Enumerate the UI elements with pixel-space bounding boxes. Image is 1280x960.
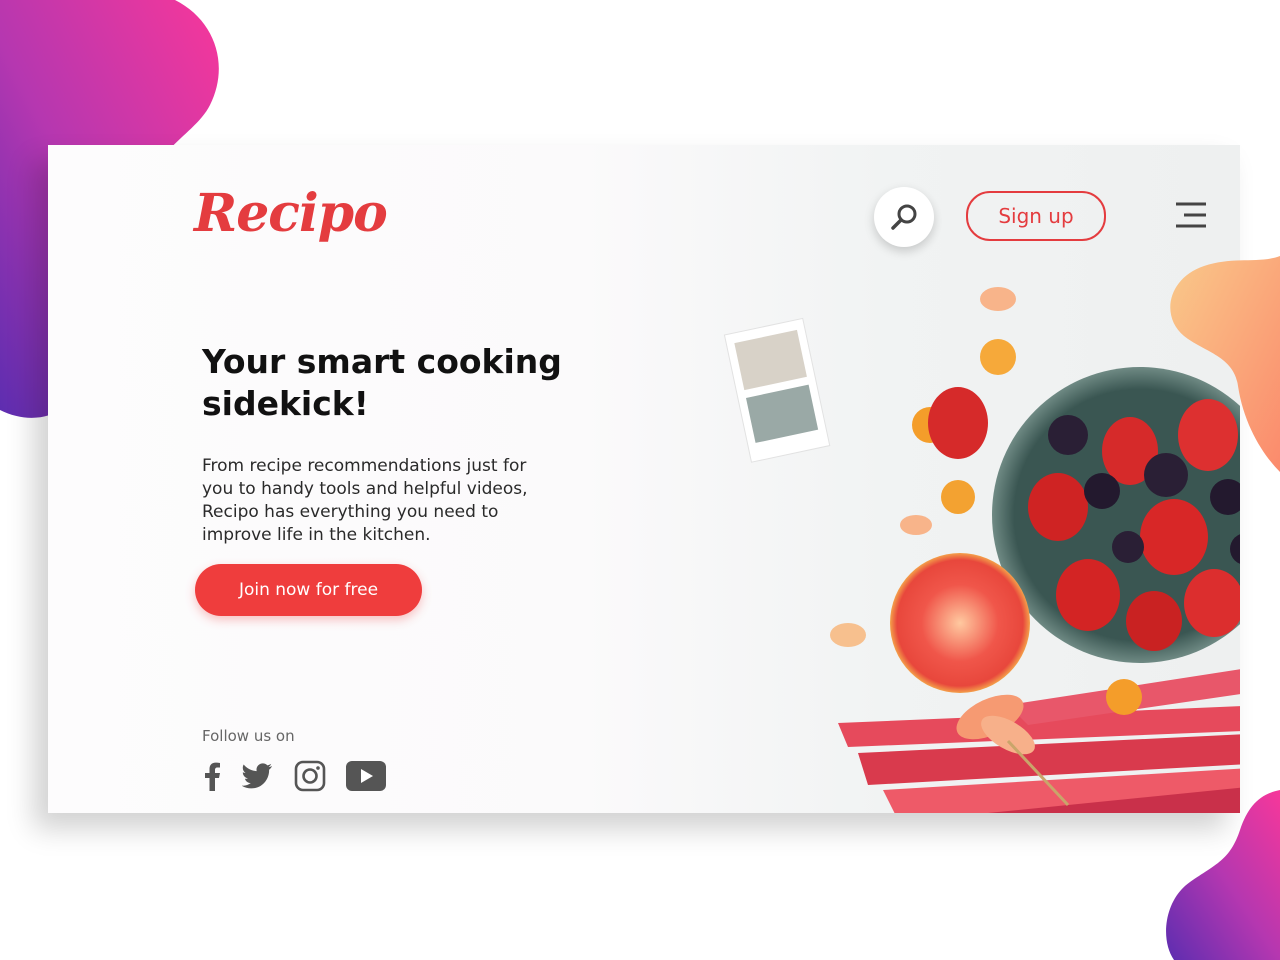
description-line: Recipo has everything you need to bbox=[202, 502, 499, 522]
petal-illustration bbox=[980, 287, 1016, 311]
join-now-button[interactable]: Join now for free bbox=[195, 564, 422, 616]
hamburger-menu-icon[interactable] bbox=[1174, 201, 1208, 229]
food-hero-image bbox=[723, 287, 1240, 813]
sign-up-button[interactable]: Sign up bbox=[966, 191, 1106, 241]
grapefruit-illustration bbox=[890, 553, 1030, 693]
hero-card: Recipo Sign up Your smart cooking sidekic… bbox=[48, 145, 1240, 813]
search-icon bbox=[891, 204, 917, 230]
strawberry-illustration bbox=[928, 387, 988, 459]
photo-card-illustration bbox=[723, 317, 831, 463]
kumquat-illustration bbox=[941, 480, 975, 514]
brand-logo[interactable]: Recipo bbox=[194, 183, 388, 244]
headline-line-1: Your smart cooking bbox=[202, 342, 562, 381]
follow-us-label: Follow us on bbox=[202, 727, 295, 745]
search-button[interactable] bbox=[874, 187, 934, 247]
twitter-icon bbox=[241, 763, 272, 789]
description-line: From recipe recommendations just for bbox=[202, 456, 527, 476]
social-links bbox=[202, 760, 406, 796]
youtube-link[interactable] bbox=[346, 761, 386, 795]
youtube-icon bbox=[346, 761, 386, 791]
decorative-blob-peach-right bbox=[1170, 256, 1280, 472]
hero-headline: Your smart cooking sidekick! bbox=[202, 341, 622, 425]
facebook-icon bbox=[205, 762, 220, 791]
headline-line-2: sidekick! bbox=[202, 384, 369, 423]
decorative-blob-bottom-right bbox=[1166, 790, 1280, 960]
instagram-link[interactable] bbox=[294, 760, 326, 796]
kumquat-illustration bbox=[1106, 679, 1142, 715]
facebook-link[interactable] bbox=[202, 761, 222, 795]
description-line: improve life in the kitchen. bbox=[202, 525, 431, 545]
hero-description: From recipe recommendations just for you … bbox=[202, 455, 612, 547]
twitter-link[interactable] bbox=[241, 762, 274, 794]
kumquat-illustration bbox=[980, 339, 1016, 375]
petal-illustration bbox=[900, 515, 932, 535]
description-line: you to handy tools and helpful videos, bbox=[202, 479, 528, 499]
petal-illustration bbox=[830, 623, 866, 647]
instagram-icon bbox=[294, 760, 326, 792]
